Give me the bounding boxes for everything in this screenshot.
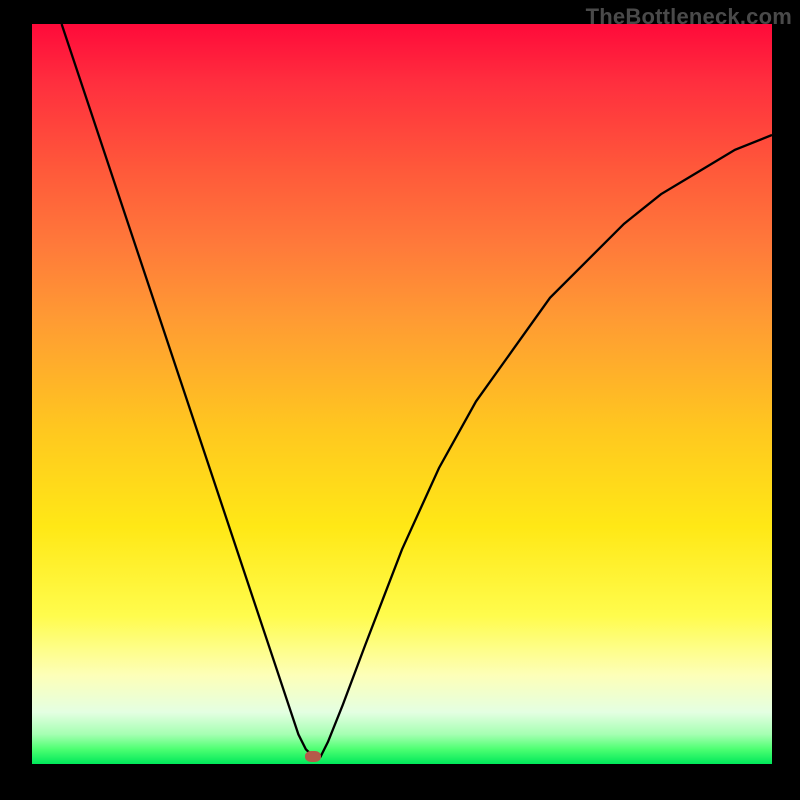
optimal-marker-layer <box>32 24 772 764</box>
optimal-point-marker <box>305 751 321 762</box>
chart-container: TheBottleneck.com <box>0 0 800 800</box>
plot-area <box>32 24 772 764</box>
